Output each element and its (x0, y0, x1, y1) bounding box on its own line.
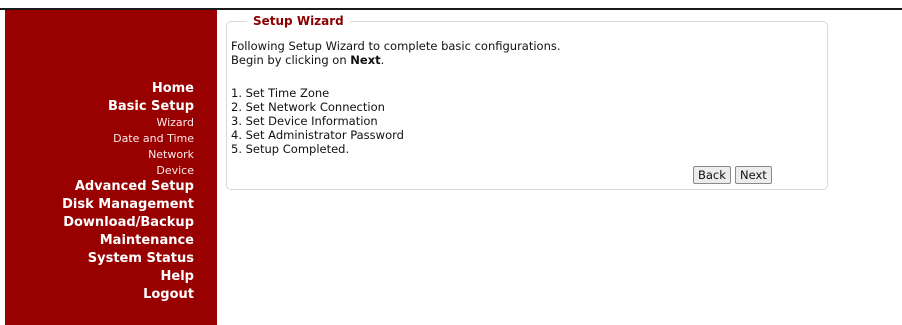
step-item: 1. Set Time Zone (231, 86, 330, 100)
nav-date-and-time[interactable]: Date and Time (113, 131, 194, 147)
step-item: 4. Set Administrator Password (231, 128, 404, 142)
step-item: 5. Setup Completed. (231, 142, 350, 156)
begin-prefix: Begin by clicking on (231, 53, 351, 67)
nav-help[interactable]: Help (161, 268, 194, 286)
nav-device[interactable]: Device (156, 163, 194, 179)
begin-suffix: . (380, 53, 385, 67)
nav-disk-management[interactable]: Disk Management (62, 196, 194, 214)
wizard-begin-text: Begin by clicking on Next. (231, 53, 384, 67)
nav-network[interactable]: Network (148, 147, 194, 163)
step-item: 2. Set Network Connection (231, 100, 385, 114)
back-button[interactable]: Back (693, 166, 731, 184)
panel-title: Setup Wizard (247, 14, 350, 28)
nav-system-status[interactable]: System Status (88, 250, 194, 268)
next-button[interactable]: Next (735, 166, 772, 184)
step-item: 3. Set Device Information (231, 114, 378, 128)
nav-advanced-setup[interactable]: Advanced Setup (75, 178, 194, 196)
nav-home[interactable]: Home (152, 80, 194, 98)
begin-next-bold: Next (350, 53, 381, 67)
setup-wizard-panel: Setup Wizard Following Setup Wizard to c… (226, 14, 828, 190)
nav-download-backup[interactable]: Download/Backup (63, 214, 194, 232)
nav-maintenance[interactable]: Maintenance (100, 232, 194, 250)
nav-basic-setup[interactable]: Basic Setup (108, 98, 194, 116)
wizard-intro: Following Setup Wizard to complete basic… (231, 39, 561, 53)
sidebar-nav: Home Basic Setup Wizard Date and Time Ne… (5, 10, 217, 325)
nav-wizard[interactable]: Wizard (156, 115, 194, 131)
nav-logout[interactable]: Logout (143, 286, 194, 304)
